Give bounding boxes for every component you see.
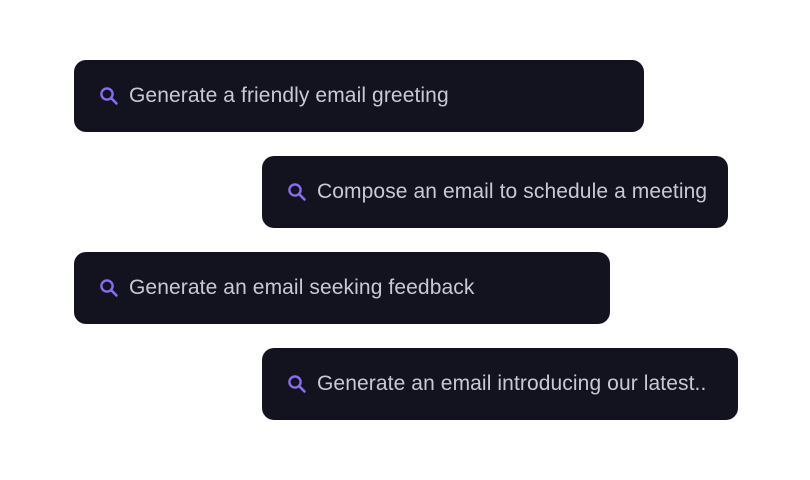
search-icon xyxy=(98,85,120,107)
prompt-suggestion-label: Generate an email seeking feedback xyxy=(129,276,475,299)
prompt-suggestion-button[interactable]: Generate a friendly email greeting xyxy=(74,60,644,132)
prompt-suggestion-button[interactable]: Compose an email to schedule a meeting xyxy=(262,156,728,228)
search-icon xyxy=(98,277,120,299)
search-icon xyxy=(286,181,308,203)
prompt-suggestion-label: Generate an email introducing our latest… xyxy=(317,372,707,395)
prompt-suggestion-label: Generate a friendly email greeting xyxy=(129,84,449,107)
prompt-suggestion-button[interactable]: Generate an email introducing our latest… xyxy=(262,348,738,420)
prompt-suggestion-button[interactable]: Generate an email seeking feedback xyxy=(74,252,610,324)
search-icon xyxy=(286,373,308,395)
prompt-suggestion-label: Compose an email to schedule a meeting xyxy=(317,180,708,203)
